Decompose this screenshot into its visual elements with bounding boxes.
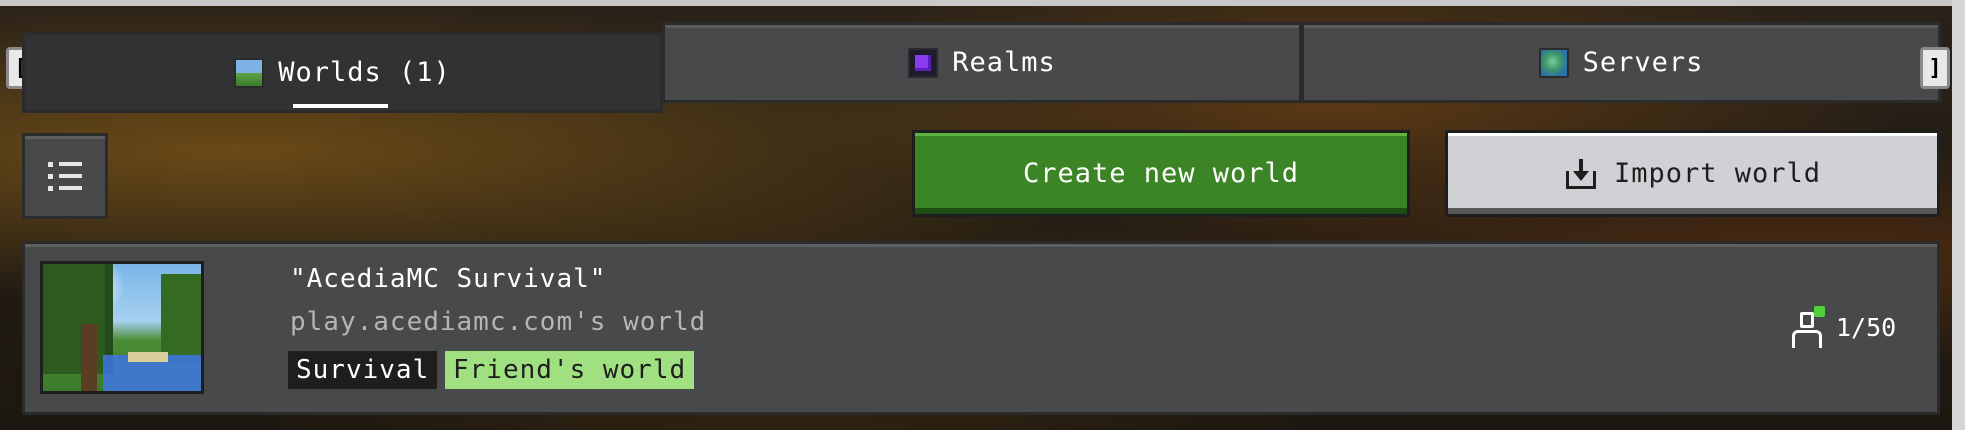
player-count-label: 1/50 — [1836, 312, 1897, 342]
next-tab-key-hint[interactable]: ] — [1920, 47, 1950, 89]
tab-realms[interactable]: Realms — [662, 22, 1302, 103]
create-new-world-label: Create new world — [1022, 158, 1300, 189]
list-icon — [48, 156, 82, 196]
tab-realms-label: Realms — [952, 47, 1056, 78]
friends-world-badge: Friend's world — [445, 351, 695, 389]
window-right-edge — [1952, 0, 1965, 430]
tab-servers[interactable]: Servers — [1301, 22, 1941, 103]
realms-icon — [908, 47, 939, 78]
world-icon — [234, 57, 265, 88]
servers-icon — [1538, 47, 1569, 78]
world-title: "AcediaMC Survival" — [290, 264, 607, 294]
tab-servers-label: Servers — [1582, 47, 1704, 78]
import-world-label: Import world — [1613, 158, 1822, 189]
import-icon — [1564, 157, 1598, 191]
window-top-edge — [0, 0, 1965, 6]
tab-worlds-label: Worlds (1) — [278, 57, 451, 88]
list-view-button[interactable] — [22, 133, 108, 219]
tab-worlds[interactable]: Worlds (1) — [22, 32, 663, 113]
right-bracket-label: ] — [1928, 55, 1942, 81]
players-online-icon — [1790, 304, 1830, 350]
import-world-button[interactable]: Import world — [1445, 130, 1940, 217]
player-count: 1/50 — [1790, 303, 1896, 351]
world-subtitle: play.acediamc.com's world — [290, 307, 707, 337]
active-tab-indicator — [293, 104, 388, 108]
game-mode-badge: Survival — [288, 351, 438, 389]
create-new-world-button[interactable]: Create new world — [912, 130, 1410, 217]
world-thumbnail — [40, 261, 204, 394]
